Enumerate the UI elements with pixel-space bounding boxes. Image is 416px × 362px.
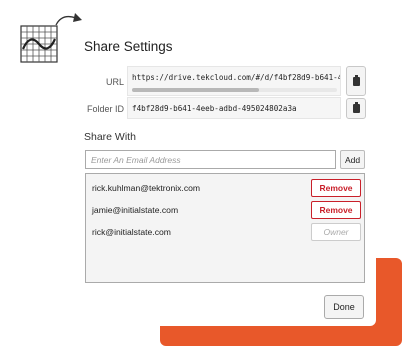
share-list: rick.kuhlman@tektronix.com Remove jamie@… xyxy=(85,173,365,283)
share-row: rick@initialstate.com Owner xyxy=(86,222,364,244)
folder-id-label: Folder ID xyxy=(86,104,124,114)
clipboard-icon xyxy=(352,74,360,86)
share-with-heading: Share With xyxy=(84,131,136,143)
url-scrollbar[interactable] xyxy=(132,88,337,92)
url-value[interactable]: https://drive.tekcloud.com/#/d/f4bf28d9-… xyxy=(132,73,340,82)
owner-badge: Owner xyxy=(311,223,361,241)
share-row: jamie@initialstate.com Remove xyxy=(86,200,364,222)
add-button[interactable]: Add xyxy=(340,150,365,169)
chart-grid-logo-icon xyxy=(20,25,58,63)
dialog-title: Share Settings xyxy=(84,39,173,54)
share-email: jamie@initialstate.com xyxy=(92,205,179,215)
email-input[interactable] xyxy=(85,150,336,169)
folder-id-field[interactable]: f4bf28d9-b641-4eeb-adbd-495024802a3a xyxy=(127,97,341,119)
remove-button[interactable]: Remove xyxy=(311,201,361,219)
url-field[interactable]: https://drive.tekcloud.com/#/d/f4bf28d9-… xyxy=(127,66,341,96)
url-scrollbar-thumb[interactable] xyxy=(132,88,260,92)
clipboard-icon xyxy=(352,102,360,113)
copy-folder-id-button[interactable] xyxy=(346,98,366,119)
share-row: rick.kuhlman@tektronix.com Remove xyxy=(86,178,364,200)
folder-id-value[interactable]: f4bf28d9-b641-4eeb-adbd-495024802a3a xyxy=(132,104,297,113)
share-email: rick@initialstate.com xyxy=(92,227,171,237)
done-button[interactable]: Done xyxy=(324,295,364,319)
share-email: rick.kuhlman@tektronix.com xyxy=(92,183,201,193)
remove-button[interactable]: Remove xyxy=(311,179,361,197)
url-label: URL xyxy=(105,77,124,87)
copy-url-button[interactable] xyxy=(346,66,366,96)
curved-arrow-icon xyxy=(55,13,82,26)
